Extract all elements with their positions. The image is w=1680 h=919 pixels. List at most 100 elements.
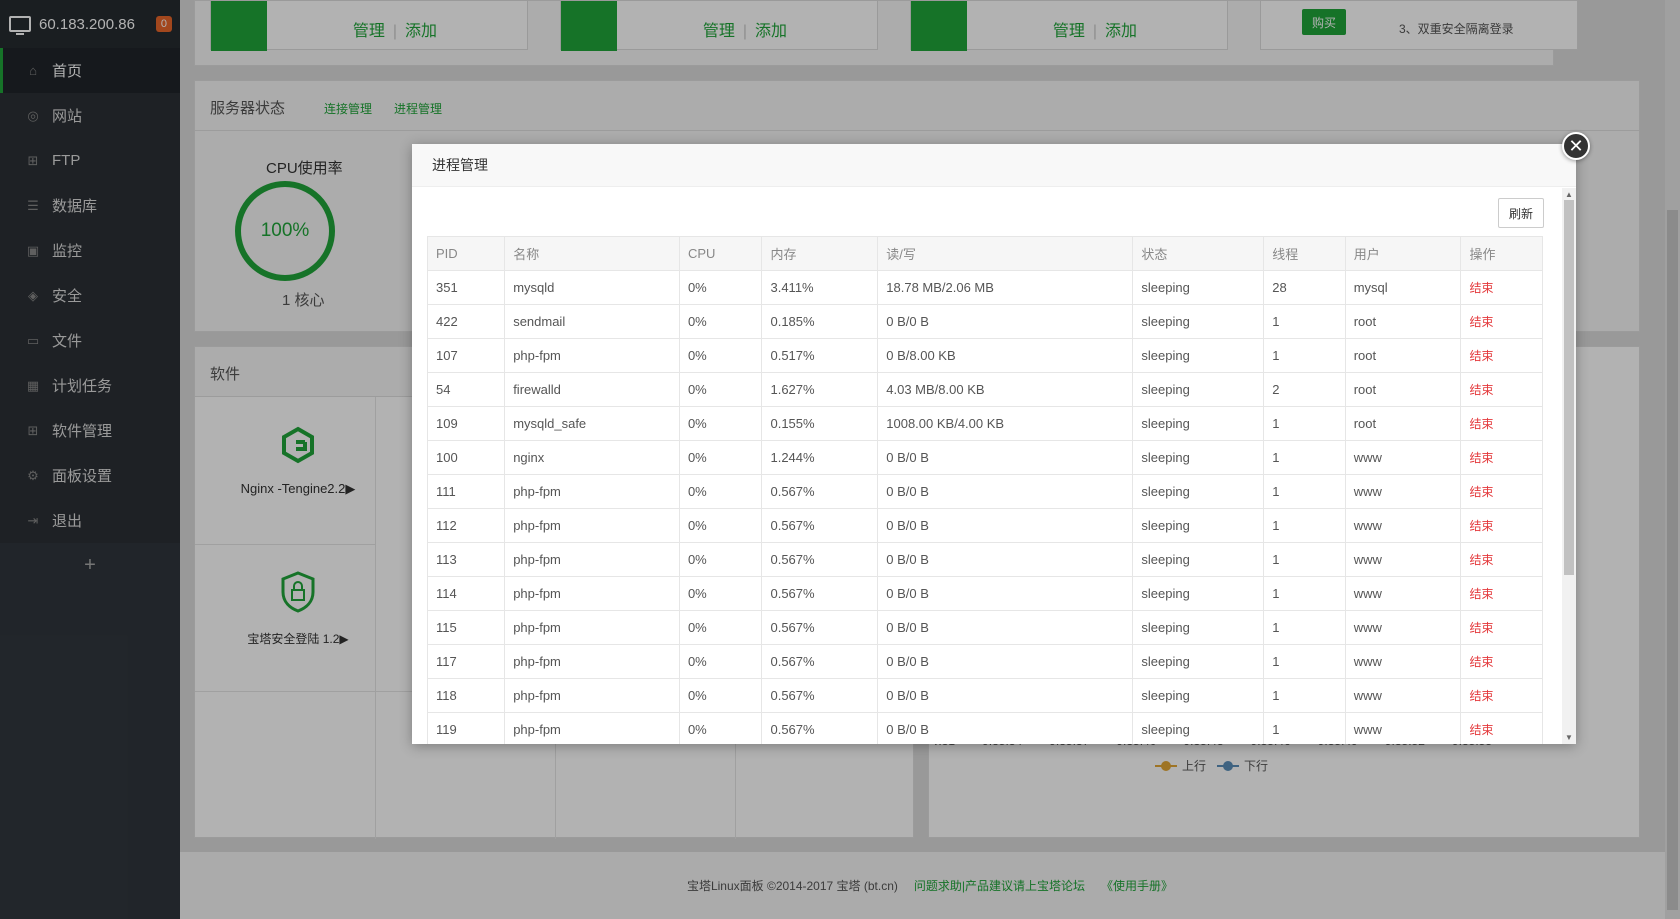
kill-process-link[interactable]: 结束 bbox=[1460, 508, 1543, 543]
modal-header: 进程管理 bbox=[412, 144, 1576, 187]
table-row: 117 php-fpm 0% 0.567% 0 B/0 Bsleeping 1 www 结束 bbox=[426, 644, 1543, 679]
table-cell: 0 B/0 B bbox=[877, 474, 1134, 509]
table-cell: php-fpm bbox=[504, 576, 680, 611]
table-cell: 1 bbox=[1263, 712, 1346, 744]
table-cell: 0 B/0 B bbox=[877, 712, 1134, 744]
scroll-up-icon[interactable]: ▲ bbox=[1565, 190, 1573, 199]
kill-process-link[interactable]: 结束 bbox=[1460, 712, 1543, 744]
table-cell: 1 bbox=[1263, 406, 1346, 441]
table-cell: sleeping bbox=[1132, 508, 1265, 543]
table-cell: mysqld_safe bbox=[504, 406, 680, 441]
table-row: 100 nginx 0% 1.244% 0 B/0 Bsleeping 1 www 结束 bbox=[426, 440, 1543, 475]
table-cell: 0% bbox=[678, 542, 763, 577]
table-cell: php-fpm bbox=[504, 644, 680, 679]
table-cell: 0 B/0 B bbox=[877, 542, 1134, 577]
table-cell: 0% bbox=[678, 576, 763, 611]
kill-process-link[interactable]: 结束 bbox=[1460, 304, 1543, 339]
table-row: 351 mysqld 0% 3.411% 18.78 MB/2.06 MB sleepin… bbox=[426, 270, 1543, 305]
table-row: 54 firewalld 0% 1.627% 4.03 MB/8.00 KB sleepi… bbox=[426, 372, 1543, 407]
table-cell: 0% bbox=[678, 270, 763, 305]
scroll-down-icon[interactable]: ▼ bbox=[1565, 733, 1573, 742]
table-cell: 0 B/0 B bbox=[877, 576, 1134, 611]
table-cell: 107 bbox=[426, 338, 506, 373]
table-cell: 0 B/0 B bbox=[877, 610, 1134, 645]
modal-scrollbar-thumb[interactable] bbox=[1564, 200, 1574, 575]
table-cell: 0% bbox=[678, 712, 763, 744]
table-cell: 0.567% bbox=[761, 542, 879, 577]
table-cell: php-fpm bbox=[504, 474, 680, 509]
table-cell: 1 bbox=[1263, 440, 1346, 475]
column-header[interactable]: PID bbox=[426, 236, 506, 271]
table-cell: 1 bbox=[1263, 610, 1346, 645]
table-cell: 1008.00 KB/4.00 KB bbox=[877, 406, 1134, 441]
table-cell: sleeping bbox=[1132, 338, 1265, 373]
table-cell: 115 bbox=[426, 610, 506, 645]
table-cell: 118 bbox=[426, 678, 506, 713]
table-row: 115 php-fpm 0% 0.567% 0 B/0 Bsleeping 1 www 结束 bbox=[426, 610, 1543, 645]
kill-process-link[interactable]: 结束 bbox=[1460, 474, 1543, 509]
table-cell: 18.78 MB/2.06 MB bbox=[877, 270, 1134, 305]
table-cell: php-fpm bbox=[504, 678, 680, 713]
kill-process-link[interactable]: 结束 bbox=[1460, 644, 1543, 679]
column-header[interactable]: 名称 bbox=[504, 236, 680, 271]
column-header[interactable]: 操作 bbox=[1460, 236, 1543, 271]
column-header[interactable]: 状态 bbox=[1132, 236, 1265, 271]
close-icon[interactable]: ✕ bbox=[1562, 132, 1590, 160]
table-cell: 100 bbox=[426, 440, 506, 475]
table-cell: 1.244% bbox=[761, 440, 879, 475]
refresh-button[interactable]: 刷新 bbox=[1498, 198, 1544, 228]
kill-process-link[interactable]: 结束 bbox=[1460, 338, 1543, 373]
table-cell: 0.567% bbox=[761, 712, 879, 744]
kill-process-link[interactable]: 结束 bbox=[1460, 406, 1543, 441]
table-cell: 1.627% bbox=[761, 372, 879, 407]
table-cell: 1 bbox=[1263, 338, 1346, 373]
table-cell: php-fpm bbox=[504, 542, 680, 577]
table-cell: www bbox=[1344, 474, 1462, 509]
kill-process-link[interactable]: 结束 bbox=[1460, 372, 1543, 407]
table-cell: 0.517% bbox=[761, 338, 879, 373]
table-cell: 0.185% bbox=[761, 304, 879, 339]
table-cell: 0.567% bbox=[761, 610, 879, 645]
column-header[interactable]: 用户 bbox=[1344, 236, 1462, 271]
table-cell: php-fpm bbox=[504, 508, 680, 543]
table-cell: www bbox=[1344, 576, 1462, 611]
table-cell: 0% bbox=[678, 440, 763, 475]
table-cell: 0.567% bbox=[761, 678, 879, 713]
column-header[interactable]: 线程 bbox=[1263, 236, 1346, 271]
table-cell: sleeping bbox=[1132, 610, 1265, 645]
table-cell: www bbox=[1344, 542, 1462, 577]
table-cell: 0% bbox=[678, 644, 763, 679]
column-header[interactable]: CPU bbox=[678, 236, 763, 271]
table-cell: www bbox=[1344, 712, 1462, 744]
table-cell: 0.567% bbox=[761, 508, 879, 543]
table-cell: sleeping bbox=[1132, 406, 1265, 441]
table-cell: 1 bbox=[1263, 508, 1346, 543]
column-header[interactable]: 内存 bbox=[761, 236, 879, 271]
table-cell: 0 B/0 B bbox=[877, 440, 1134, 475]
table-cell: php-fpm bbox=[504, 712, 680, 744]
kill-process-link[interactable]: 结束 bbox=[1460, 270, 1543, 305]
table-cell: 422 bbox=[426, 304, 506, 339]
table-row: 112 php-fpm 0% 0.567% 0 B/0 Bsleeping 1 www 结束 bbox=[426, 508, 1543, 543]
table-cell: 54 bbox=[426, 372, 506, 407]
kill-process-link[interactable]: 结束 bbox=[1460, 610, 1543, 645]
table-cell: 117 bbox=[426, 644, 506, 679]
kill-process-link[interactable]: 结束 bbox=[1460, 440, 1543, 475]
column-header[interactable]: 读/写 bbox=[877, 236, 1134, 271]
table-cell: nginx bbox=[504, 440, 680, 475]
table-cell: www bbox=[1344, 610, 1462, 645]
modal-scrollbar[interactable]: ▲ ▼ bbox=[1562, 188, 1576, 744]
table-cell: 0.567% bbox=[761, 644, 879, 679]
table-cell: 1 bbox=[1263, 542, 1346, 577]
table-cell: sleeping bbox=[1132, 644, 1265, 679]
kill-process-link[interactable]: 结束 bbox=[1460, 576, 1543, 611]
kill-process-link[interactable]: 结束 bbox=[1460, 678, 1543, 713]
table-row: 109 mysqld_safe 0% 0.155% 1008.00 KB/4.00 KB… bbox=[426, 406, 1543, 441]
table-cell: 109 bbox=[426, 406, 506, 441]
table-cell: www bbox=[1344, 644, 1462, 679]
table-cell: www bbox=[1344, 508, 1462, 543]
table-cell: 112 bbox=[426, 508, 506, 543]
kill-process-link[interactable]: 结束 bbox=[1460, 542, 1543, 577]
table-row: 114 php-fpm 0% 0.567% 0 B/0 Bsleeping 1 www 结束 bbox=[426, 576, 1543, 611]
table-cell: sleeping bbox=[1132, 270, 1265, 305]
